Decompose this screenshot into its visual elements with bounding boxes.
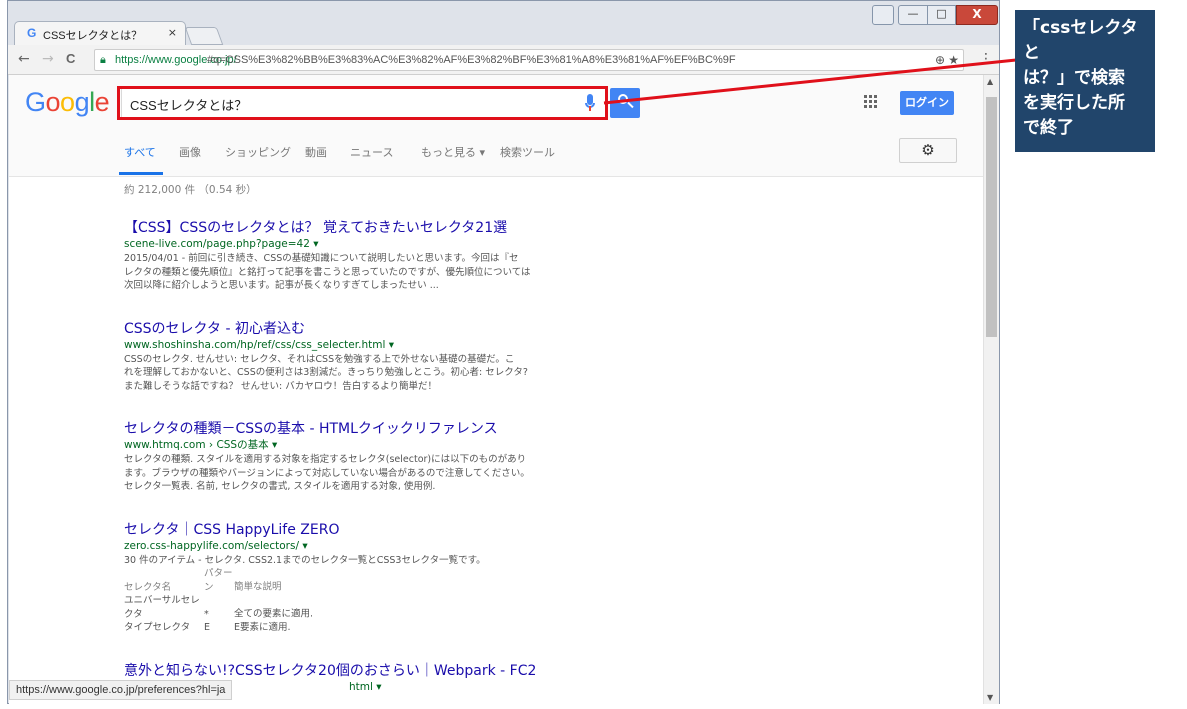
result-item: セレクタの種類－CSSの基本 - HTMLクイックリファレンス www.htmq… (124, 420, 564, 494)
browser-toolbar: ← → C 🔒︎ https://www.google.co.jp/ #q=CS… (8, 45, 999, 75)
gear-icon: ⚙ (921, 141, 935, 159)
vertical-scrollbar[interactable]: ▲ ▼ (983, 75, 999, 704)
table-cell: E (204, 622, 211, 633)
result-title-link[interactable]: セレクタ｜CSS HappyLife ZERO (124, 521, 564, 539)
result-title-link[interactable]: 【CSS】CSSのセレクタとは？ 覚えておきたいセレクタ21選 (124, 219, 564, 237)
table-header-cell: パターン (204, 568, 233, 593)
bookmark-star-icon[interactable]: ★ (948, 53, 959, 67)
browser-window: G CSSセレクタとは？ × — □ X ← → C 🔒︎ https://ww… (7, 0, 1000, 704)
table-row: ユニバーサルセレクタ * 全ての要素に適用. (124, 594, 564, 621)
table-row: タイプセレクタ E E要素に適用. (124, 621, 564, 635)
reload-icon[interactable]: C (66, 51, 75, 66)
tab-videos[interactable]: 動画 (305, 144, 327, 160)
logo-letter: o (45, 87, 61, 117)
search-button[interactable] (610, 88, 640, 118)
logo-letter: g (74, 87, 90, 117)
result-stats: 約 212,000 件 （0.54 秒） (124, 184, 257, 196)
result-item: セレクタ｜CSS HappyLife ZERO zero.css-happyli… (124, 521, 564, 635)
result-snippet: 30 件のアイテム - セレクタ. CSS2.1までのセレクタ一覧とCSS3セレ… (124, 554, 486, 566)
result-url[interactable]: zero.css-happylife.com/selectors/ ▾ (124, 539, 564, 554)
table-header-cell: 簡単な説明 (234, 581, 282, 593)
table-cell: ユニバーサルセレクタ (124, 595, 200, 620)
result-item: 【CSS】CSSのセレクタとは？ 覚えておきたいセレクタ21選 scene-li… (124, 219, 564, 293)
tab-strip: G CSSセレクタとは？ × — □ X (8, 1, 999, 45)
tab-all[interactable]: すべて (124, 144, 156, 160)
active-tab-indicator (119, 172, 163, 175)
result-title-link[interactable]: セレクタの種類－CSSの基本 - HTMLクイックリファレンス (124, 420, 564, 438)
result-url[interactable]: www.htmq.com › CSSの基本 ▾ (124, 438, 564, 453)
table-cell: E要素に適用. (234, 622, 291, 633)
menu-icon[interactable]: ⋮ (979, 51, 993, 67)
close-window-button[interactable]: X (956, 5, 998, 25)
apps-grid-icon[interactable] (864, 95, 878, 109)
tab-more[interactable]: もっと見る ▾ (421, 144, 485, 160)
minimize-button[interactable]: — (898, 5, 928, 25)
logo-letter: G (25, 87, 46, 117)
google-favicon-icon: G (27, 26, 37, 40)
browser-tab[interactable]: G CSSセレクタとは？ × (14, 21, 186, 45)
tab-images[interactable]: 画像 (179, 144, 201, 160)
status-bar: https://www.google.co.jp/preferences?hl=… (9, 680, 233, 700)
scroll-thumb[interactable] (986, 97, 997, 337)
tab-title: CSSセレクタとは？ (43, 30, 143, 42)
result-url[interactable]: www.shoshinsha.com/hp/ref/css/css_select… (124, 338, 564, 353)
google-header: Google CSSセレクタとは？ ログイン (9, 75, 983, 132)
scroll-down-icon[interactable]: ▼ (987, 693, 993, 702)
user-profile-button[interactable] (872, 5, 894, 25)
table-cell: 全ての要素に適用. (234, 608, 314, 620)
result-title-link[interactable]: 意外と知らない!?CSSセレクタ20個のおさらい｜Webpark - FC2 (124, 662, 564, 680)
highlight-box (117, 86, 608, 120)
result-snippet: CSSのセレクタ. せんせい: セレクタ、それはCSSを勉強する上で外せない基礎… (124, 353, 528, 392)
close-icon: X (972, 7, 982, 21)
table-header-cell: セレクタ名 (124, 581, 172, 593)
login-button[interactable]: ログイン (900, 91, 954, 115)
extension-icon[interactable]: ⊕ (935, 53, 945, 67)
table-header-row: セレクタ名 パターン 簡単な説明 (124, 567, 564, 594)
scroll-up-icon[interactable]: ▲ (987, 77, 993, 86)
address-bar[interactable]: 🔒︎ https://www.google.co.jp/ #q=CSS%E3%8… (94, 49, 964, 71)
google-logo[interactable]: Google (25, 87, 110, 118)
search-results: 約 212,000 件 （0.54 秒） 【CSS】CSSのセレクタとは？ 覚え… (124, 182, 564, 704)
new-tab-button[interactable] (184, 27, 224, 45)
back-icon[interactable]: ← (18, 51, 30, 67)
result-title-link[interactable]: CSSのセレクタ - 初心者込む (124, 320, 564, 338)
result-item: CSSのセレクタ - 初心者込む www.shoshinsha.com/hp/r… (124, 320, 564, 394)
logo-letter: e (94, 87, 110, 117)
tab-shopping[interactable]: ショッピング (225, 144, 291, 160)
url-fragment: #q=CSS%E3%82%BB%E3%83%AC%E3%82%AF%E3%82%… (207, 54, 736, 66)
settings-button[interactable]: ⚙ (899, 138, 957, 163)
maximize-button[interactable]: □ (928, 5, 956, 25)
tab-news[interactable]: ニュース (350, 144, 393, 160)
logo-letter: o (60, 87, 75, 117)
forward-icon[interactable]: → (42, 51, 54, 67)
maximize-icon: □ (936, 7, 947, 20)
search-tabs: すべて 画像 ショッピング 動画 ニュース もっと見る ▾ 検索ツール (9, 132, 983, 177)
table-cell: タイプセレクタ (124, 622, 191, 633)
tab-search-tools[interactable]: 検索ツール (500, 144, 555, 160)
result-snippet: セレクタの種類. スタイルを適用する対象を指定するセレクタ(selector)に… (124, 454, 530, 492)
table-cell: * (204, 608, 209, 620)
tab-close-icon[interactable]: × (168, 26, 177, 39)
lock-icon: 🔒︎ (100, 53, 106, 66)
annotation-callout: 「cssセレクタと は？」で検索 を実行した所 で終了 (1015, 10, 1155, 152)
result-url[interactable]: scene-live.com/page.php?page=42 ▾ (124, 237, 564, 252)
minimize-icon: — (907, 7, 919, 20)
page-viewport: Google CSSセレクタとは？ ログイン すべて 画像 ショッピング 動画 … (9, 75, 999, 704)
result-snippet: 2015/04/01 - 前回に引き続き、CSSの基礎知識について説明したいと思… (124, 253, 531, 291)
